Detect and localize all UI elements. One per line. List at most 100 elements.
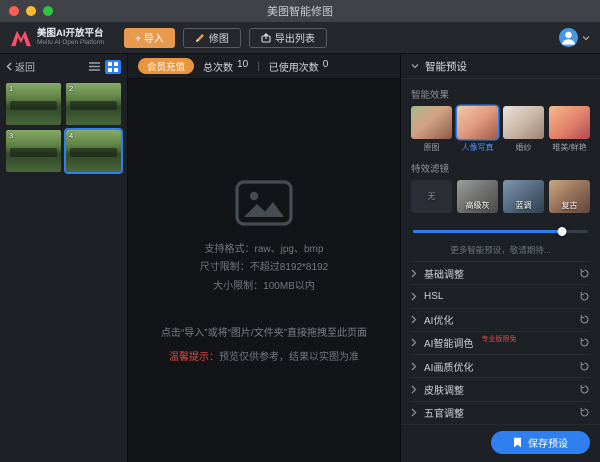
effect-original[interactable]: 原图: [411, 106, 452, 153]
chevron-down-icon: [411, 63, 419, 69]
used-count-value: 0: [323, 59, 329, 74]
traffic-lights: [9, 6, 53, 16]
user-avatar[interactable]: [559, 28, 578, 47]
brand-name: 美图AI开放平台: [37, 28, 104, 39]
chevron-right-icon: [411, 269, 417, 278]
smart-effects-title: 智能效果: [411, 87, 590, 101]
photo-thumbnail-selected[interactable]: 4: [66, 130, 121, 172]
filter-none[interactable]: 无: [411, 180, 452, 213]
effects-row: 原图 人像写真 婚纱 唯美/鲜艳: [411, 106, 590, 153]
credits-bar: 会员充值 总次数 10 | 已使用次数 0: [128, 54, 400, 79]
effect-vivid[interactable]: 唯美/鲜艳: [549, 106, 590, 153]
export-icon: [261, 33, 271, 43]
import-button-label: + 导入: [135, 30, 164, 45]
app-window: 美图智能修图 美图AI开放平台 Meitu AI Open Platform +…: [0, 0, 600, 462]
filesize-limit-text: 大小限制：100MB以内: [200, 278, 328, 297]
used-count: 已使用次数 0: [269, 59, 329, 74]
reset-icon[interactable]: [579, 384, 590, 395]
titlebar: 美图智能修图: [0, 0, 600, 22]
photo-thumbnail[interactable]: 2: [66, 83, 121, 125]
retouch-icon: [195, 33, 205, 43]
reset-icon[interactable]: [579, 337, 590, 348]
section-basic-adjust[interactable]: 基础调整: [411, 261, 590, 284]
warm-tip-text: 温馨提示：预览仅供参考，结果以实图为准: [169, 348, 359, 363]
grid-view-icon[interactable]: [105, 60, 121, 74]
smart-preset-header-label: 智能预设: [425, 59, 467, 74]
import-dropzone[interactable]: 支持格式：raw、jpg、bmp 尺寸限制：不超过8192*8192 大小限制：…: [128, 79, 400, 462]
save-preset-label: 保存预设: [528, 435, 568, 450]
total-count-value: 10: [237, 59, 248, 74]
avatar-chevron-down-icon[interactable]: [582, 35, 590, 41]
close-window-button[interactable]: [9, 6, 19, 16]
effect-portrait-selected[interactable]: 人像写真: [457, 106, 498, 153]
chevron-left-icon: [6, 62, 12, 71]
section-skin-adjust[interactable]: 皮肤调整: [411, 377, 590, 400]
back-button[interactable]: 返回: [6, 59, 35, 74]
chevron-right-icon: [411, 292, 417, 301]
pro-free-badge: 专业版限免: [481, 334, 516, 344]
slider-fill: [413, 230, 562, 233]
photo-list-panel: 返回 1 2 3 4: [0, 54, 128, 462]
reset-icon[interactable]: [579, 407, 590, 418]
chevron-right-icon: [411, 408, 417, 417]
workspace: 会员充值 总次数 10 | 已使用次数 0: [128, 54, 400, 462]
filters-row: 无 高级灰 蓝调 复古: [411, 180, 590, 213]
retouch-button[interactable]: 修图: [183, 28, 241, 48]
window-title: 美图智能修图: [0, 3, 600, 19]
filters-title: 特效滤镜: [411, 161, 590, 175]
filter-retro[interactable]: 复古: [549, 180, 590, 213]
save-preset-button[interactable]: 保存预设: [491, 431, 590, 454]
bookmark-icon: [513, 437, 522, 448]
section-ai-color-grading[interactable]: AI智能调色 专业版限免: [411, 331, 590, 354]
back-button-label: 返回: [15, 59, 35, 74]
drop-hint-text: 点击“导入”或将“图片/文件夹”直接拖拽至此页面: [161, 324, 367, 339]
member-recharge-label: 会员充值: [147, 59, 185, 73]
minimize-window-button[interactable]: [26, 6, 36, 16]
reset-icon[interactable]: [579, 291, 590, 302]
more-presets-text: 更多智能预设，敬请期待...: [411, 244, 590, 256]
supported-formats-text: 支持格式：raw、jpg、bmp: [200, 241, 328, 260]
section-ai-quality[interactable]: AI画质优化: [411, 354, 590, 377]
total-count: 总次数 10: [203, 59, 248, 74]
filter-premium-gray[interactable]: 高级灰: [457, 180, 498, 213]
photo-thumbnail[interactable]: 1: [6, 83, 61, 125]
filter-strength-slider[interactable]: [413, 226, 588, 237]
filter-blue-tone[interactable]: 蓝调: [503, 180, 544, 213]
photo-thumbnail[interactable]: 3: [6, 130, 61, 172]
list-view-icon[interactable]: [86, 60, 102, 74]
image-placeholder-icon: [235, 178, 293, 226]
brand-subtitle: Meitu AI Open Platform: [37, 39, 104, 47]
slider-thumb[interactable]: [557, 227, 566, 236]
chevron-right-icon: [411, 338, 417, 347]
member-recharge-button[interactable]: 会员充值: [138, 58, 194, 74]
section-hsl[interactable]: HSL: [411, 284, 590, 307]
brand: 美图AI开放平台 Meitu AI Open Platform: [10, 28, 104, 47]
reset-icon[interactable]: [579, 314, 590, 325]
thumbnail-index: 2: [69, 84, 73, 93]
thumbnail-index: 3: [9, 131, 13, 140]
warm-tip-prefix: 温馨提示：: [169, 352, 219, 363]
dimension-limit-text: 尺寸限制：不超过8192*8192: [200, 259, 328, 278]
chevron-right-icon: [411, 385, 417, 394]
export-list-button-label: 导出列表: [275, 30, 315, 45]
effect-wedding[interactable]: 婚纱: [503, 106, 544, 153]
import-button[interactable]: + 导入: [124, 28, 175, 48]
adjustment-sections: 基础调整 HSL AI优化 AI智能调色: [411, 261, 590, 424]
adjustments-panel: 智能预设 智能效果 原图 人像写真 婚纱: [400, 54, 600, 462]
zoom-window-button[interactable]: [43, 6, 53, 16]
reset-icon[interactable]: [579, 268, 590, 279]
export-list-button[interactable]: 导出列表: [249, 28, 327, 48]
retouch-button-label: 修图: [209, 30, 229, 45]
chevron-right-icon: [411, 315, 417, 324]
section-ai-optimize[interactable]: AI优化: [411, 308, 590, 331]
divider: |: [257, 61, 260, 72]
chevron-right-icon: [411, 362, 417, 371]
section-facial-features[interactable]: 五官调整: [411, 401, 590, 424]
thumbnail-grid: 1 2 3 4: [0, 79, 127, 176]
meitu-logo-icon: [10, 29, 32, 47]
thumbnail-index: 1: [9, 84, 13, 93]
thumbnail-index: 4: [69, 131, 73, 140]
smart-preset-header[interactable]: 智能预设: [401, 54, 600, 79]
app-header: 美图AI开放平台 Meitu AI Open Platform + 导入 修图 …: [0, 22, 600, 54]
reset-icon[interactable]: [579, 361, 590, 372]
